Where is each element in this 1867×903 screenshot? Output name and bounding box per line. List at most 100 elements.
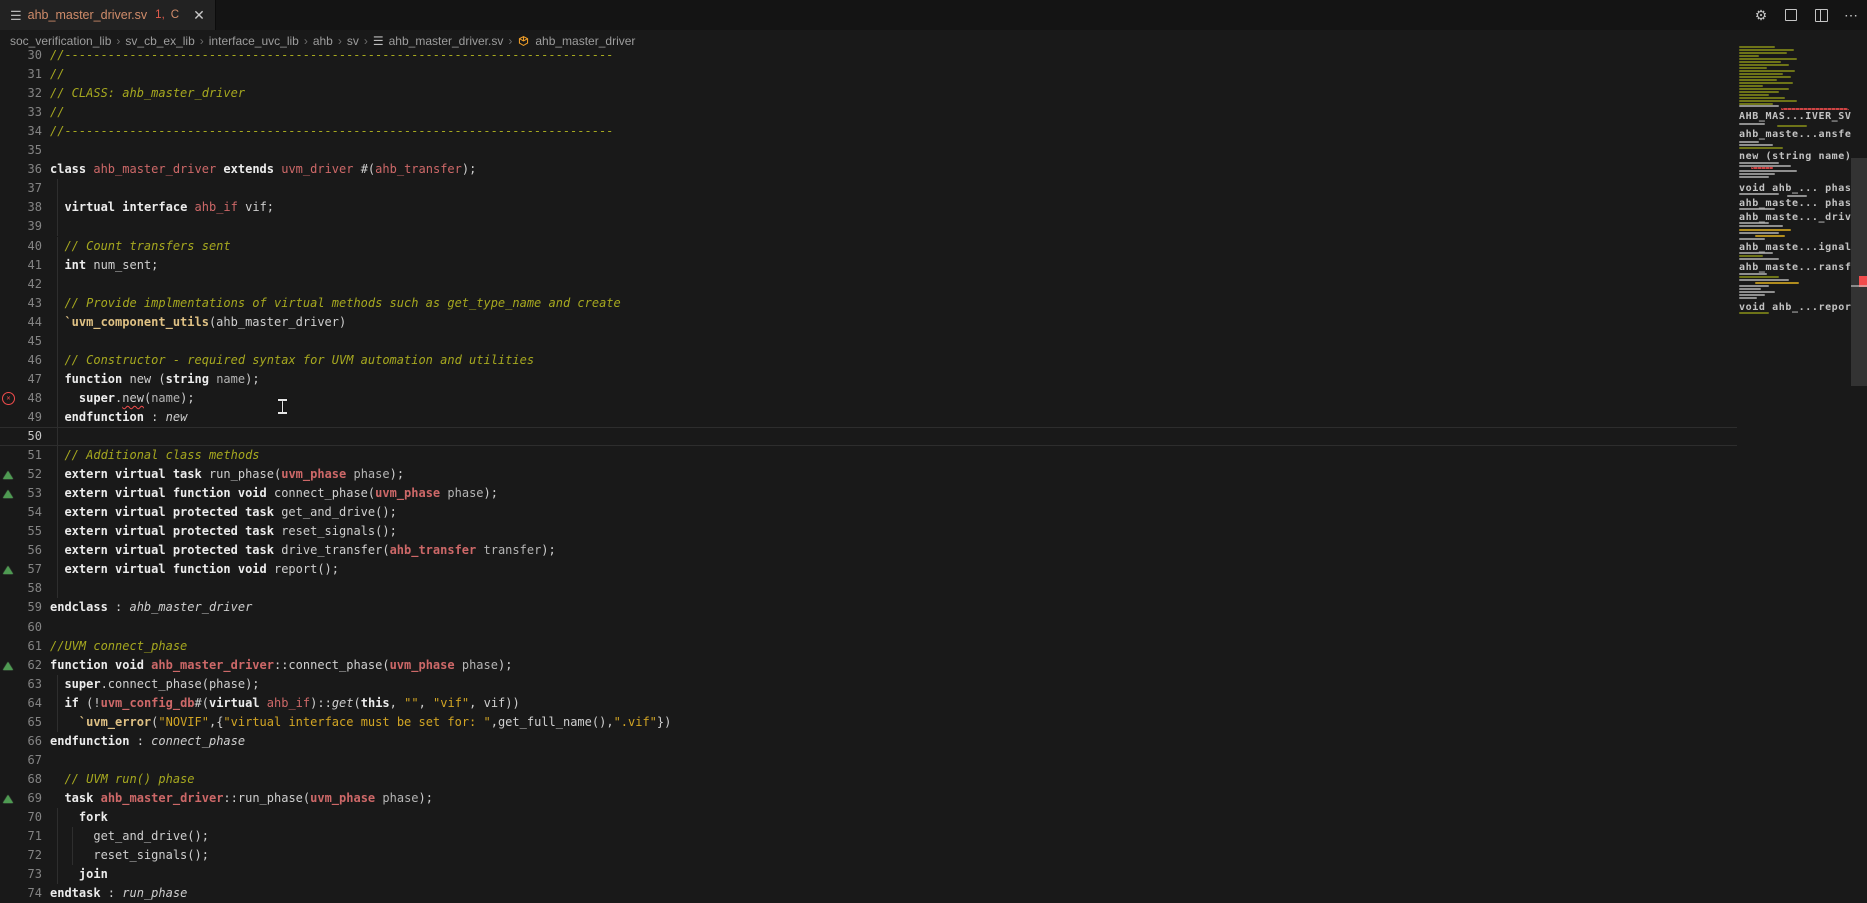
code-line-60[interactable]: 60 — [0, 618, 1737, 637]
code-line-54[interactable]: 54 extern virtual protected task get_and… — [0, 503, 1737, 522]
code-line-35[interactable]: 35 — [0, 141, 1737, 160]
line-number[interactable]: 52 — [16, 465, 42, 484]
code-line-61[interactable]: 61//UVM connect_phase — [0, 637, 1737, 656]
line-number[interactable]: 37 — [16, 179, 42, 198]
line-number[interactable]: 55 — [16, 522, 42, 541]
split-editor-icon[interactable] — [1813, 7, 1829, 23]
line-number[interactable]: 34 — [16, 122, 42, 141]
code-line-73[interactable]: 73 join — [0, 865, 1737, 884]
line-number[interactable]: 46 — [16, 351, 42, 370]
line-number[interactable]: 39 — [16, 217, 42, 236]
code-line-34[interactable]: 34//------------------------------------… — [0, 122, 1737, 141]
code-line-63[interactable]: 63 super.connect_phase(phase); — [0, 675, 1737, 694]
line-number[interactable]: 58 — [16, 579, 42, 598]
line-number[interactable]: 63 — [16, 675, 42, 694]
line-number[interactable]: 64 — [16, 694, 42, 713]
line-number[interactable]: 57 — [16, 560, 42, 579]
code-line-32[interactable]: 32// CLASS: ahb_master_driver — [0, 84, 1737, 103]
line-number[interactable]: 66 — [16, 732, 42, 751]
line-number[interactable]: 50 — [16, 427, 42, 446]
code-line-52[interactable]: 52 extern virtual task run_phase(uvm_pha… — [0, 465, 1737, 484]
code-line-70[interactable]: 70 fork — [0, 808, 1737, 827]
code-line-46[interactable]: 46 // Constructor - required syntax for … — [0, 351, 1737, 370]
line-number[interactable]: 38 — [16, 198, 42, 217]
code-line-58[interactable]: 58 — [0, 579, 1737, 598]
line-number[interactable]: 71 — [16, 827, 42, 846]
code-line-39[interactable]: 39 — [0, 217, 1737, 236]
line-number[interactable]: 51 — [16, 446, 42, 465]
code-line-59[interactable]: 59endclass : ahb_master_driver — [0, 598, 1737, 617]
code-line-64[interactable]: 64 if (!uvm_config_db#(virtual ahb_if)::… — [0, 694, 1737, 713]
code-line-47[interactable]: 47 function new (string name); — [0, 370, 1737, 389]
minimap[interactable]: AHB_MAS...IVER_SVahb_maste...ansfer);new… — [1737, 46, 1851, 899]
line-number[interactable]: 72 — [16, 846, 42, 865]
line-number[interactable]: 60 — [16, 618, 42, 637]
line-number[interactable]: 43 — [16, 294, 42, 313]
tab-ahb-master-driver[interactable]: ☰ ahb_master_driver.sv 1, C ✕ — [0, 0, 216, 30]
line-number[interactable]: 30 — [16, 46, 42, 65]
scrollbar[interactable] — [1851, 46, 1867, 899]
code-line-50[interactable]: 50 — [0, 427, 1737, 446]
code-line-30[interactable]: 30//------------------------------------… — [0, 46, 1737, 65]
code-line-38[interactable]: 38 virtual interface ahb_if vif; — [0, 198, 1737, 217]
code-line-40[interactable]: 40 // Count transfers sent — [0, 237, 1737, 256]
code-line-41[interactable]: 41 int num_sent; — [0, 256, 1737, 275]
line-number[interactable]: 73 — [16, 865, 42, 884]
line-number[interactable]: 44 — [16, 313, 42, 332]
code-line-68[interactable]: 68 // UVM run() phase — [0, 770, 1737, 789]
line-number[interactable]: 59 — [16, 598, 42, 617]
line-number[interactable]: 69 — [16, 789, 42, 808]
line-number[interactable]: 32 — [16, 84, 42, 103]
code-line-48[interactable]: ✕48 super.new(name); — [0, 389, 1737, 408]
code-line-56[interactable]: 56 extern virtual protected task drive_t… — [0, 541, 1737, 560]
code-line-31[interactable]: 31// — [0, 65, 1737, 84]
line-number[interactable]: 48 — [16, 389, 42, 408]
line-number[interactable]: 53 — [16, 484, 42, 503]
code-line-36[interactable]: 36class ahb_master_driver extends uvm_dr… — [0, 160, 1737, 179]
code-line-66[interactable]: 66endfunction : connect_phase — [0, 732, 1737, 751]
code-line-53[interactable]: 53 extern virtual function void connect_… — [0, 484, 1737, 503]
line-number[interactable]: 65 — [16, 713, 42, 732]
code-line-51[interactable]: 51 // Additional class methods — [0, 446, 1737, 465]
line-number[interactable]: 56 — [16, 541, 42, 560]
scrollbar-slider[interactable] — [1851, 158, 1867, 386]
line-number[interactable]: 62 — [16, 656, 42, 675]
more-actions-icon[interactable]: ⋯ — [1843, 7, 1859, 23]
line-number[interactable]: 40 — [16, 237, 42, 256]
code-line-69[interactable]: 69 task ahb_master_driver::run_phase(uvm… — [0, 789, 1737, 808]
line-number[interactable]: 49 — [16, 408, 42, 427]
line-number[interactable]: 42 — [16, 275, 42, 294]
tab-close-icon[interactable]: ✕ — [193, 8, 205, 22]
code-line-45[interactable]: 45 — [0, 332, 1737, 351]
code-line-49[interactable]: 49 endfunction : new — [0, 408, 1737, 427]
panel-square-icon[interactable] — [1783, 7, 1799, 23]
line-number[interactable]: 68 — [16, 770, 42, 789]
code-line-67[interactable]: 67 — [0, 751, 1737, 770]
settings-gear-icon[interactable]: ⚙ — [1753, 7, 1769, 23]
code-line-62[interactable]: 62function void ahb_master_driver::conne… — [0, 656, 1737, 675]
line-number[interactable]: 41 — [16, 256, 42, 275]
code-line-33[interactable]: 33// — [0, 103, 1737, 122]
line-number[interactable]: 74 — [16, 884, 42, 903]
code-line-44[interactable]: 44 `uvm_component_utils(ahb_master_drive… — [0, 313, 1737, 332]
code-line-55[interactable]: 55 extern virtual protected task reset_s… — [0, 522, 1737, 541]
line-number[interactable]: 61 — [16, 637, 42, 656]
code-line-42[interactable]: 42 — [0, 275, 1737, 294]
code-line-37[interactable]: 37 — [0, 179, 1737, 198]
code-line-65[interactable]: 65 `uvm_error("NOVIF",{"virtual interfac… — [0, 713, 1737, 732]
line-number[interactable]: 33 — [16, 103, 42, 122]
line-number[interactable]: 54 — [16, 503, 42, 522]
line-number[interactable]: 31 — [16, 65, 42, 84]
code-line-57[interactable]: 57 extern virtual function void report()… — [0, 560, 1737, 579]
line-number[interactable]: 70 — [16, 808, 42, 827]
code-line-43[interactable]: 43 // Provide implmentations of virtual … — [0, 294, 1737, 313]
line-number[interactable]: 47 — [16, 370, 42, 389]
code-editor[interactable]: 30//------------------------------------… — [0, 46, 1737, 899]
code-line-74[interactable]: 74endtask : run_phase — [0, 884, 1737, 903]
line-number[interactable]: 45 — [16, 332, 42, 351]
code-line-72[interactable]: 72 reset_signals(); — [0, 846, 1737, 865]
line-number[interactable]: 36 — [16, 160, 42, 179]
line-number[interactable]: 35 — [16, 141, 42, 160]
line-number[interactable]: 67 — [16, 751, 42, 770]
code-line-71[interactable]: 71 get_and_drive(); — [0, 827, 1737, 846]
